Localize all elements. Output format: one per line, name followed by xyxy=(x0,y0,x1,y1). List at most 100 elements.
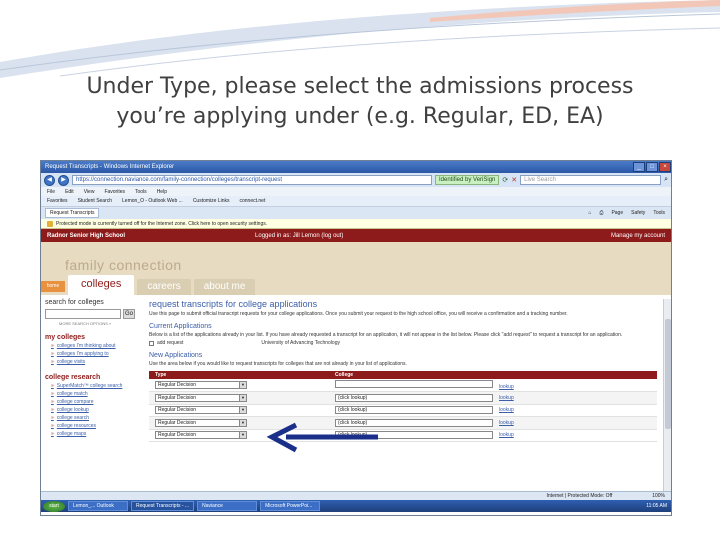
menu-view[interactable]: View xyxy=(84,189,95,195)
current-college-name: University of Advancing Technology xyxy=(261,340,340,346)
lookup-link[interactable]: lookup xyxy=(499,395,514,401)
forward-icon[interactable]: ▶ xyxy=(58,174,69,186)
sidebar-link-college-maps[interactable]: » college maps xyxy=(51,431,139,438)
windows-start-icon[interactable]: start xyxy=(43,500,65,512)
stop-icon[interactable]: ✕ xyxy=(511,176,517,184)
column-header-type: Type xyxy=(149,371,329,379)
minimize-button[interactable]: _ xyxy=(633,162,645,172)
college-search-input[interactable] xyxy=(45,309,121,319)
cmd-tools[interactable]: Tools xyxy=(653,210,665,216)
login-status[interactable]: Logged in as: Jill Lemon (log out) xyxy=(255,233,343,239)
type-select[interactable]: Regular Decision ▼ xyxy=(155,406,247,415)
bullet-icon: » xyxy=(51,431,54,437)
lookup-link[interactable]: lookup xyxy=(499,407,514,413)
sidebar-link-college-search[interactable]: » college search xyxy=(51,415,139,422)
sidebar-link-college-lookup[interactable]: » college lookup xyxy=(51,407,139,414)
type-select[interactable]: Regular Decision ▼ xyxy=(155,418,247,427)
lookup-link[interactable]: lookup xyxy=(499,420,514,426)
sidebar-link-supermatch[interactable]: » SuperMatch™ college search xyxy=(51,383,139,390)
college-field[interactable]: (click lookup) xyxy=(335,393,493,402)
tab-about-me[interactable]: about me xyxy=(193,279,256,295)
home-icon[interactable]: ⌂ xyxy=(588,210,591,216)
my-colleges-heading: my colleges xyxy=(45,334,86,341)
current-application-row: add request University of Advancing Tech… xyxy=(149,340,659,346)
taskbar-item-naviance[interactable]: Naviance xyxy=(197,501,258,511)
fav-connect[interactable]: connect.net xyxy=(240,198,266,204)
college-field[interactable]: (click lookup) xyxy=(335,406,493,415)
college-field[interactable] xyxy=(335,380,493,388)
chevron-down-icon: ▼ xyxy=(239,419,246,426)
taskbar-item-powerpoint[interactable]: Microsoft PowerPoi... xyxy=(260,501,321,511)
college-research-heading: college research xyxy=(45,374,101,381)
identity-badge[interactable]: Identified by VeriSign xyxy=(435,175,500,185)
security-zone-status: Internet | Protected Mode: Off xyxy=(546,493,613,499)
favorites-button[interactable]: Favorites xyxy=(47,198,68,204)
vertical-scrollbar[interactable] xyxy=(663,299,671,491)
table-row: Regular Decision ▼ (click lookup) lookup xyxy=(149,391,657,405)
taskbar-item-request-transcripts[interactable]: Request Transcripts - ... xyxy=(131,501,195,511)
cmd-page[interactable]: Page xyxy=(611,210,623,216)
menu-file[interactable]: File xyxy=(47,189,55,195)
close-button[interactable]: × xyxy=(659,162,671,172)
tab-careers[interactable]: careers xyxy=(137,279,191,295)
maximize-button[interactable]: □ xyxy=(646,162,658,172)
more-search-options-link[interactable]: MORE SEARCH OPTIONS » xyxy=(45,321,139,326)
main-content: request transcripts for college applicat… xyxy=(149,299,659,442)
table-row: Regular Decision ▼ (click lookup) lookup xyxy=(149,429,657,442)
fav-student-search[interactable]: Student Search xyxy=(78,198,112,204)
slide-title-line-1: Under Type, please select the admissions… xyxy=(86,74,634,99)
menu-tools[interactable]: Tools xyxy=(135,189,147,195)
bullet-icon: » xyxy=(51,423,54,429)
school-bar: Radnor Senior High School Logged in as: … xyxy=(41,229,671,242)
sidebar-link-thinking-about[interactable]: » colleges I'm thinking about xyxy=(51,343,139,350)
print-icon[interactable]: ⎙ xyxy=(599,210,603,216)
sidebar-link-college-resources[interactable]: » college resources xyxy=(51,423,139,430)
site-tabs: home colleges careers about me xyxy=(41,275,256,295)
cmd-safety[interactable]: Safety xyxy=(631,210,645,216)
sidebar-link-applying-to[interactable]: » colleges I'm applying to xyxy=(51,351,139,358)
college-field[interactable]: (click lookup) xyxy=(335,431,493,440)
tab-home[interactable]: home xyxy=(41,281,65,292)
fav-outlook[interactable]: Lemon_O - Outlook Web ... xyxy=(122,198,183,204)
sidebar-link-college-match[interactable]: » college match xyxy=(51,391,139,398)
go-button[interactable]: Go xyxy=(123,309,135,319)
info-bar[interactable]: Protected mode is currently turned off f… xyxy=(41,219,671,229)
web-page: Radnor Senior High School Logged in as: … xyxy=(41,229,671,491)
live-search-input[interactable]: Live Search xyxy=(520,175,662,185)
ie-title-bar: Request Transcripts - Windows Internet E… xyxy=(41,161,671,173)
tab-bar: Request Transcripts ⌂ ⎙ Page Safety Tool… xyxy=(41,207,671,219)
type-select[interactable]: Regular Decision ▼ xyxy=(155,431,247,440)
lookup-link[interactable]: lookup xyxy=(499,432,514,438)
taskbar-item-outlook[interactable]: Lemon_... Outlook xyxy=(68,501,128,511)
family-connection-logo: family connection xyxy=(65,257,182,273)
tab-request-transcripts[interactable]: Request Transcripts xyxy=(45,208,100,218)
type-select[interactable]: Regular Decision ▼ xyxy=(155,393,247,402)
lookup-link[interactable]: lookup xyxy=(499,384,514,390)
menu-favorites[interactable]: Favorites xyxy=(104,189,125,195)
address-input[interactable]: https://connection.naviance.com/family-c… xyxy=(72,175,432,185)
window-controls: _ □ × xyxy=(632,162,671,172)
sidebar-link-college-visits[interactable]: » college visits xyxy=(51,359,139,366)
search-icon[interactable]: ⌕ xyxy=(664,176,668,184)
scrollbar-thumb[interactable] xyxy=(665,319,671,429)
browser-screenshot: Request Transcripts - Windows Internet E… xyxy=(40,160,672,516)
bullet-icon: » xyxy=(51,343,54,349)
sidebar-link-college-compare[interactable]: » college compare xyxy=(51,399,139,406)
decorative-swoosh xyxy=(0,0,720,78)
manage-account-link[interactable]: Manage my account xyxy=(611,233,665,239)
menu-edit[interactable]: Edit xyxy=(65,189,74,195)
favorites-bar: Favorites Student Search Lemon_O - Outlo… xyxy=(41,196,671,207)
refresh-icon[interactable]: ⟳ xyxy=(502,176,508,184)
fav-customize-links[interactable]: Customize Links xyxy=(193,198,230,204)
bullet-icon: » xyxy=(51,407,54,413)
chevron-down-icon: ▼ xyxy=(239,382,246,388)
zoom-level[interactable]: 100% xyxy=(652,493,665,499)
type-select[interactable]: Regular Decision ▼ xyxy=(155,381,247,389)
add-request-checkbox[interactable] xyxy=(149,340,154,346)
college-field[interactable]: (click lookup) xyxy=(335,418,493,427)
swoosh-band-1 xyxy=(0,0,720,78)
menu-help[interactable]: Help xyxy=(157,189,167,195)
add-request-label: add request xyxy=(157,340,184,346)
tab-colleges[interactable]: colleges xyxy=(68,275,135,295)
back-icon[interactable]: ◀ xyxy=(44,174,55,186)
